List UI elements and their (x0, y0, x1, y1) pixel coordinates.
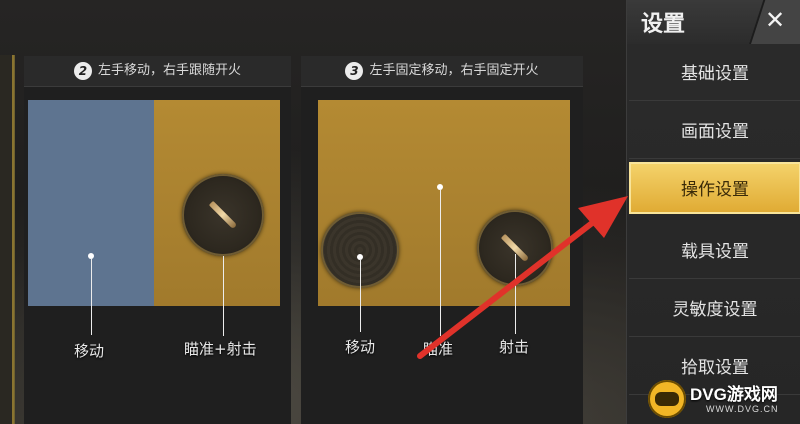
watermark-url: WWW.DVG.CN (706, 404, 779, 414)
gamepad-icon (648, 380, 686, 418)
watermark-logo: DVG游戏网 WWW.DVG.CN (648, 376, 800, 424)
red-arrow-annotation (417, 196, 628, 359)
watermark-name: DVG游戏网 (690, 385, 778, 404)
